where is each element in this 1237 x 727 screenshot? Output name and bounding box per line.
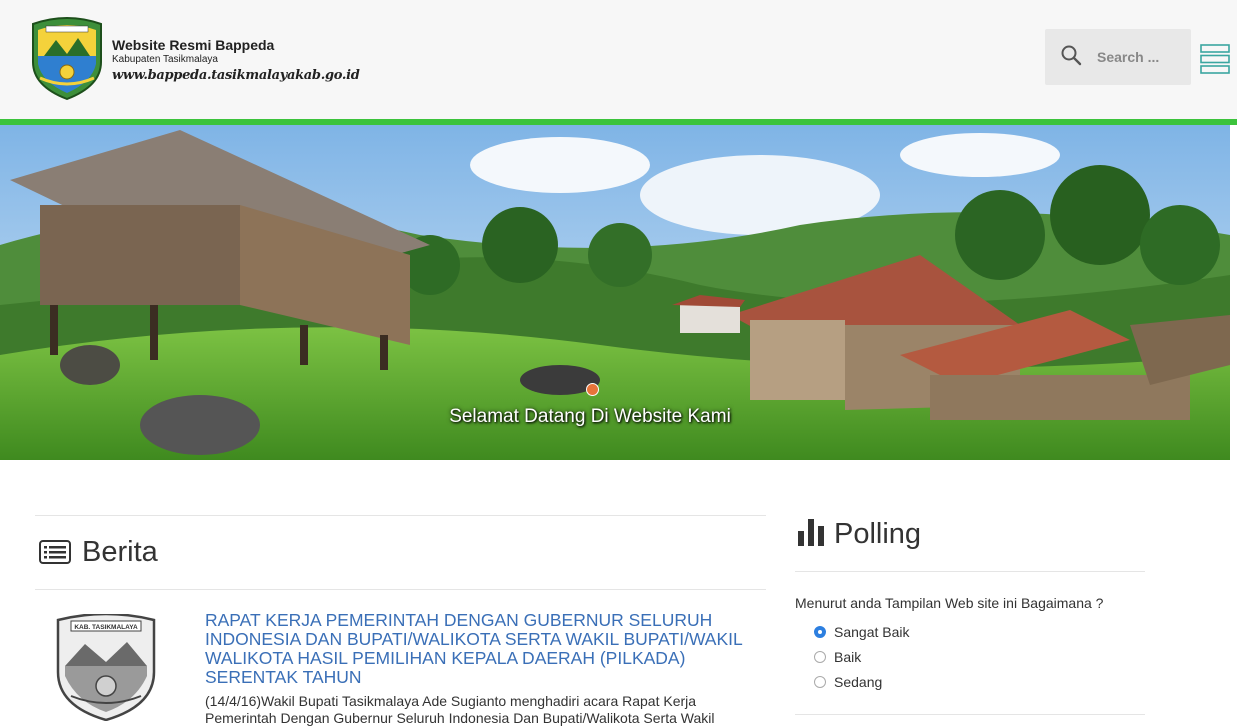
news-excerpt: (14/4/16)Wakil Bupati Tasikmalaya Ade Su…	[205, 693, 715, 726]
news-thumb-label: KAB. TASIKMALAYA	[74, 624, 138, 631]
poll-question: Menurut anda Tampilan Web site ini Bagai…	[795, 595, 1104, 611]
list-icon	[39, 540, 71, 564]
slider-indicator-dot[interactable]	[586, 383, 599, 396]
berita-bottom-divider	[35, 589, 766, 590]
bar-chart-icon	[798, 519, 824, 546]
poll-option-sangat-baik[interactable]: Sangat Baik	[814, 622, 910, 642]
poll-bottom-divider	[795, 714, 1145, 715]
search-icon[interactable]	[1060, 44, 1082, 66]
hamburger-menu-icon[interactable]	[1200, 44, 1230, 74]
poll-radio-sedang[interactable]	[814, 676, 826, 688]
poll-option-label: Baik	[834, 649, 862, 665]
poll-option-label: Sangat Baik	[834, 624, 910, 640]
news-title-link[interactable]: RAPAT KERJA PEMERINTAH DENGAN GUBERNUR S…	[205, 611, 771, 687]
poll-option-baik[interactable]: Baik	[814, 647, 861, 667]
poll-option-sedang[interactable]: Sedang	[814, 672, 882, 692]
search-box[interactable]	[1045, 29, 1191, 85]
poll-radio-baik[interactable]	[814, 651, 826, 663]
berita-heading: Berita	[82, 536, 158, 568]
hero-caption: Selamat Datang Di Website Kami	[449, 406, 731, 427]
poll-radio-sangat-baik[interactable]	[814, 626, 826, 638]
site-header: Website Resmi Bappeda Kabupaten Tasikmal…	[0, 0, 1237, 119]
site-subtitle: Kabupaten Tasikmalaya	[112, 54, 218, 65]
polling-divider	[795, 571, 1145, 572]
polling-heading: Polling	[834, 518, 922, 550]
search-input[interactable]	[1097, 47, 1181, 67]
site-url: www.bappeda.tasikmalayakab.go.id	[112, 68, 360, 83]
hero-edge	[1230, 125, 1237, 460]
poll-option-label: Sedang	[834, 674, 883, 690]
brand-block[interactable]: Website Resmi Bappeda Kabupaten Tasikmal…	[112, 37, 360, 86]
news-thumbnail[interactable]: KAB. TASIKMALAYA	[55, 614, 157, 721]
site-title: Website Resmi Bappeda	[112, 37, 275, 53]
site-logo[interactable]	[30, 16, 104, 101]
berita-top-divider	[35, 515, 766, 516]
